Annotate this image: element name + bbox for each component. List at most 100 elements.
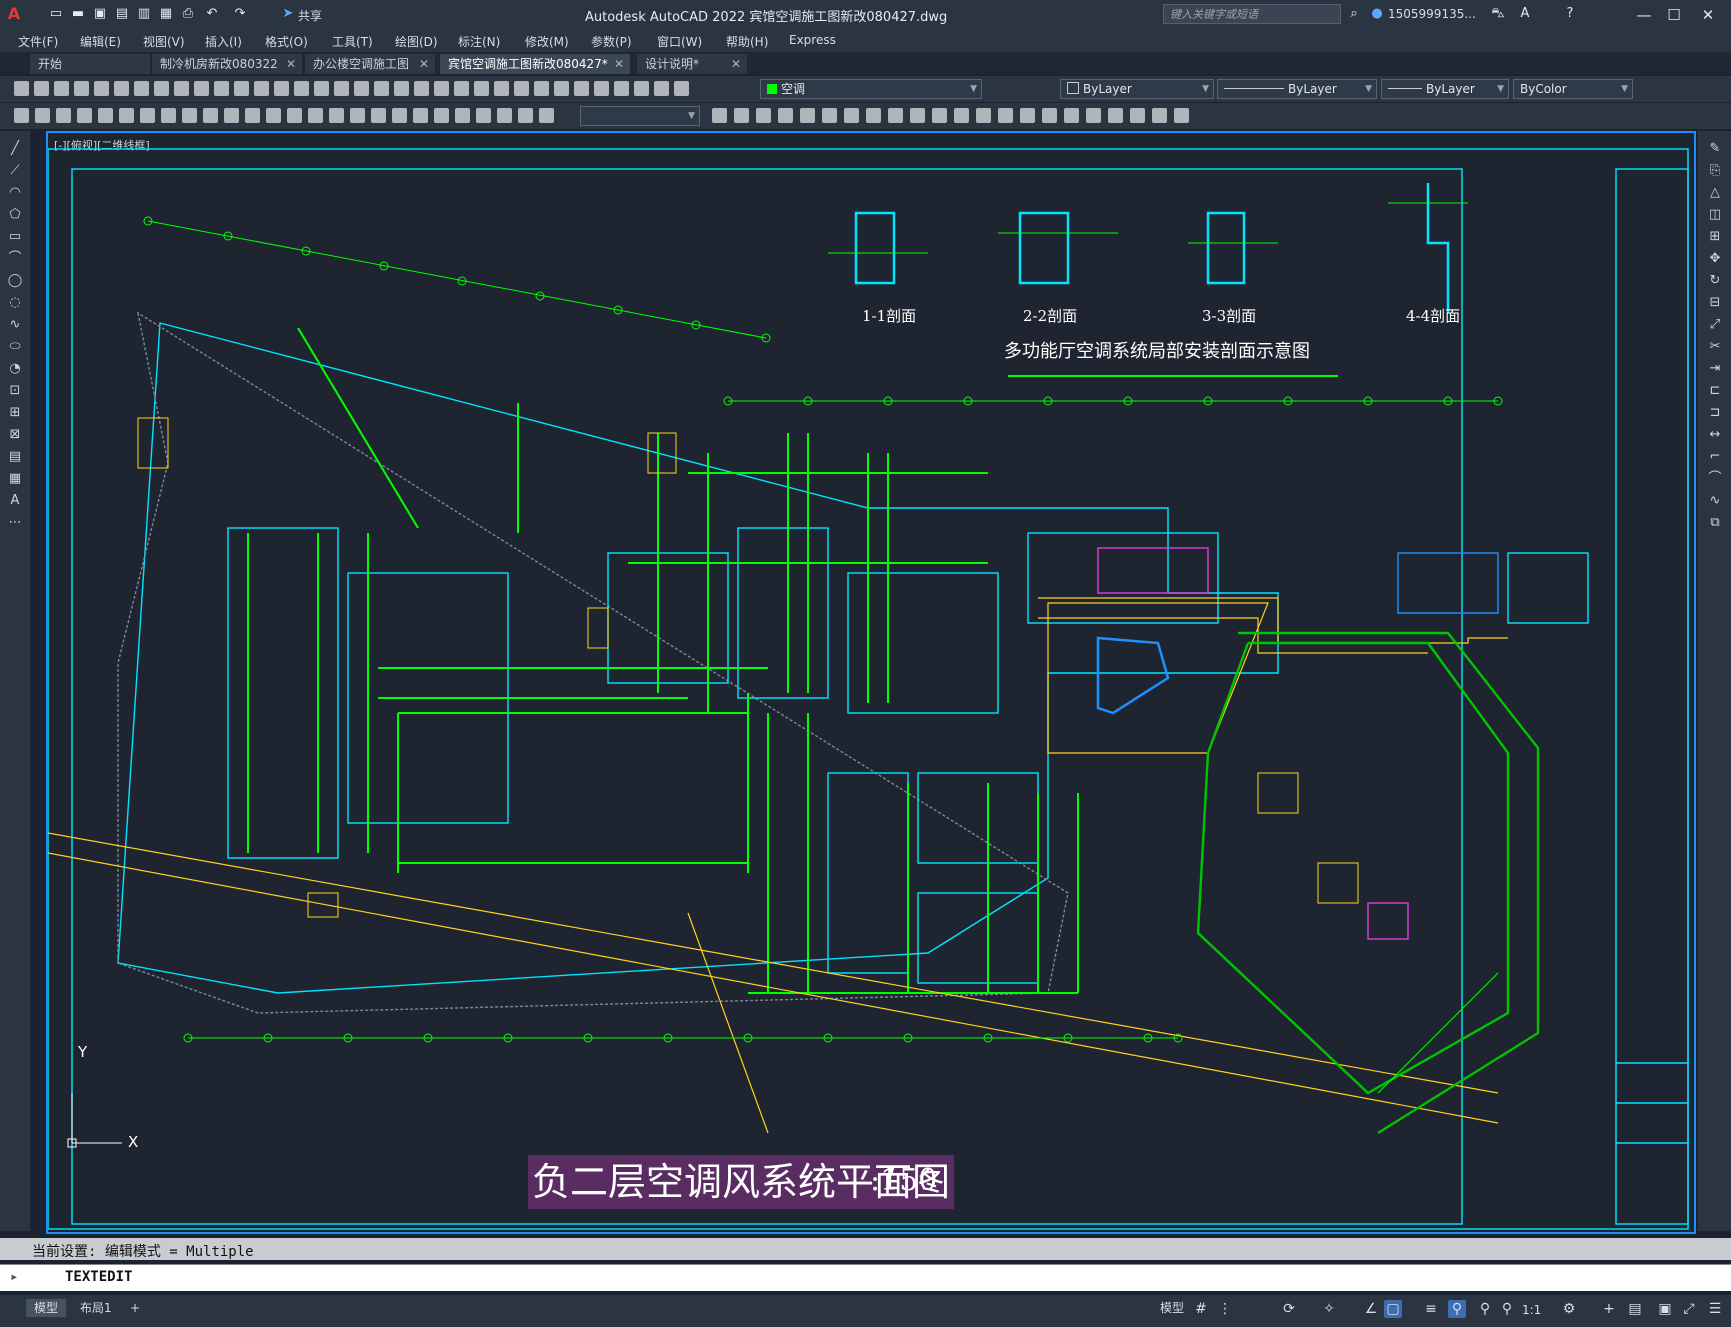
command-icon[interactable]: ▸: [10, 1269, 18, 1285]
toolbar-tool-icon[interactable]: [634, 81, 649, 96]
draw-palette-icon[interactable]: ◯: [7, 273, 23, 289]
menu-item[interactable]: 编辑(E): [80, 33, 121, 50]
toolbar-tool-icon[interactable]: [274, 81, 289, 96]
toolbar-tool-icon[interactable]: [394, 81, 409, 96]
plot-icon[interactable]: ⎙: [180, 6, 196, 22]
file-tab[interactable]: 设计说明* ✕: [637, 54, 747, 74]
layer-combo[interactable]: 空调 ▼: [760, 79, 982, 99]
draw-tool-icon[interactable]: [476, 108, 491, 123]
modify-tool-icon[interactable]: [778, 108, 793, 123]
save-as-icon[interactable]: ▤: [114, 6, 130, 22]
draw-tool-icon[interactable]: [161, 108, 176, 123]
menu-item[interactable]: 参数(P): [591, 33, 632, 50]
close-tab-icon[interactable]: ✕: [614, 54, 624, 74]
user-name[interactable]: 1505999135...: [1388, 7, 1476, 21]
modify-palette-icon[interactable]: ⌒: [1707, 471, 1723, 487]
toolbar-tool-icon[interactable]: [154, 81, 169, 96]
text-style-combo[interactable]: ▼: [580, 106, 700, 126]
annotation-scale-icon[interactable]: ⚲: [1498, 1300, 1516, 1318]
draw-tool-icon[interactable]: [77, 108, 92, 123]
draw-tool-icon[interactable]: [98, 108, 113, 123]
toolbar-tool-icon[interactable]: [354, 81, 369, 96]
draw-tool-icon[interactable]: [266, 108, 281, 123]
toolbar-tool-icon[interactable]: [314, 81, 329, 96]
modify-tool-icon[interactable]: [712, 108, 727, 123]
draw-palette-icon[interactable]: ⊞: [7, 405, 23, 421]
modify-tool-icon[interactable]: [1086, 108, 1101, 123]
units-icon[interactable]: ▤: [1626, 1300, 1644, 1318]
modify-tool-icon[interactable]: [756, 108, 771, 123]
command-input[interactable]: TEXTEDIT: [65, 1269, 132, 1285]
angle-icon[interactable]: ∠: [1362, 1300, 1380, 1318]
linetype-combo[interactable]: ByLayer ▼: [1217, 79, 1377, 99]
draw-palette-icon[interactable]: ▤: [7, 449, 23, 465]
plotstyle-combo[interactable]: ByColor ▼: [1513, 79, 1633, 99]
draw-palette-icon[interactable]: ⬭: [7, 339, 23, 355]
add-layout-button[interactable]: +: [122, 1299, 148, 1317]
draw-palette-icon[interactable]: ◔: [7, 361, 23, 377]
draw-palette-icon[interactable]: ◠: [7, 185, 23, 201]
menu-item[interactable]: 标注(N): [458, 33, 500, 50]
annotation-icon[interactable]: ⚲: [1448, 1300, 1466, 1318]
draw-palette-icon[interactable]: ▦: [7, 471, 23, 487]
modify-palette-icon[interactable]: ⎘: [1707, 163, 1723, 179]
tab-model[interactable]: 模型: [26, 1299, 67, 1317]
toolbar-tool-icon[interactable]: [174, 81, 189, 96]
toolbar-tool-icon[interactable]: [254, 81, 269, 96]
selection-cycling-icon[interactable]: ▢: [1384, 1300, 1402, 1318]
lineweight-icon[interactable]: ≡: [1422, 1300, 1440, 1318]
draw-tool-icon[interactable]: [539, 108, 554, 123]
toolbar-tool-icon[interactable]: [574, 81, 589, 96]
search-icon[interactable]: ⌕: [1346, 6, 1362, 22]
menu-item[interactable]: 修改(M): [525, 33, 569, 50]
toolbar-tool-icon[interactable]: [454, 81, 469, 96]
draw-palette-icon[interactable]: ⟋: [7, 163, 23, 179]
modify-palette-icon[interactable]: ⊏: [1707, 383, 1723, 399]
close-tab-icon[interactable]: ✕: [286, 54, 296, 74]
new-file-icon[interactable]: ▭: [48, 6, 64, 22]
share-icon[interactable]: ➤: [280, 6, 296, 22]
toolbar-tool-icon[interactable]: [334, 81, 349, 96]
draw-palette-icon[interactable]: ⋯: [7, 515, 23, 531]
toolbar-tool-icon[interactable]: [414, 81, 429, 96]
customize-icon[interactable]: ☰: [1706, 1300, 1724, 1318]
toolbar-tool-icon[interactable]: [114, 81, 129, 96]
toolbar-tool-icon[interactable]: [654, 81, 669, 96]
draw-tool-icon[interactable]: [434, 108, 449, 123]
draw-palette-icon[interactable]: ╱: [7, 141, 23, 157]
draw-tool-icon[interactable]: [413, 108, 428, 123]
toolbar-tool-icon[interactable]: [54, 81, 69, 96]
modify-tool-icon[interactable]: [1064, 108, 1079, 123]
draw-tool-icon[interactable]: [350, 108, 365, 123]
draw-tool-icon[interactable]: [329, 108, 344, 123]
menu-item[interactable]: 文件(F): [18, 33, 58, 50]
open-file-icon[interactable]: ▬: [70, 6, 86, 22]
toolbar-tool-icon[interactable]: [294, 81, 309, 96]
close-tab-icon[interactable]: ✕: [419, 54, 429, 74]
toolbar-tool-icon[interactable]: [14, 81, 29, 96]
modify-palette-icon[interactable]: ⧉: [1707, 515, 1723, 531]
toolbar-tool-icon[interactable]: [554, 81, 569, 96]
draw-tool-icon[interactable]: [14, 108, 29, 123]
menu-item[interactable]: 绘图(D): [395, 33, 438, 50]
draw-palette-icon[interactable]: ◌: [7, 295, 23, 311]
command-line[interactable]: ▸ TEXTEDIT: [0, 1264, 1731, 1291]
draw-tool-icon[interactable]: [287, 108, 302, 123]
cart-icon[interactable]: ⛍: [1490, 6, 1506, 22]
modify-palette-icon[interactable]: ✎: [1707, 141, 1723, 157]
draw-palette-icon[interactable]: ⊠: [7, 427, 23, 443]
menu-item[interactable]: Express: [789, 33, 836, 47]
modify-tool-icon[interactable]: [1174, 108, 1189, 123]
modify-palette-icon[interactable]: ⊟: [1707, 295, 1723, 311]
save-icon[interactable]: ▣: [92, 6, 108, 22]
user-icon[interactable]: ●: [1369, 6, 1385, 22]
menu-item[interactable]: 插入(I): [205, 33, 242, 50]
toolbar-tool-icon[interactable]: [374, 81, 389, 96]
modify-tool-icon[interactable]: [1020, 108, 1035, 123]
modify-tool-icon[interactable]: [1130, 108, 1145, 123]
toolbar-tool-icon[interactable]: [134, 81, 149, 96]
model-space-button[interactable]: 模型: [1152, 1299, 1192, 1317]
draw-tool-icon[interactable]: [308, 108, 323, 123]
modify-palette-icon[interactable]: ↔: [1707, 427, 1723, 443]
toolbar-tool-icon[interactable]: [74, 81, 89, 96]
